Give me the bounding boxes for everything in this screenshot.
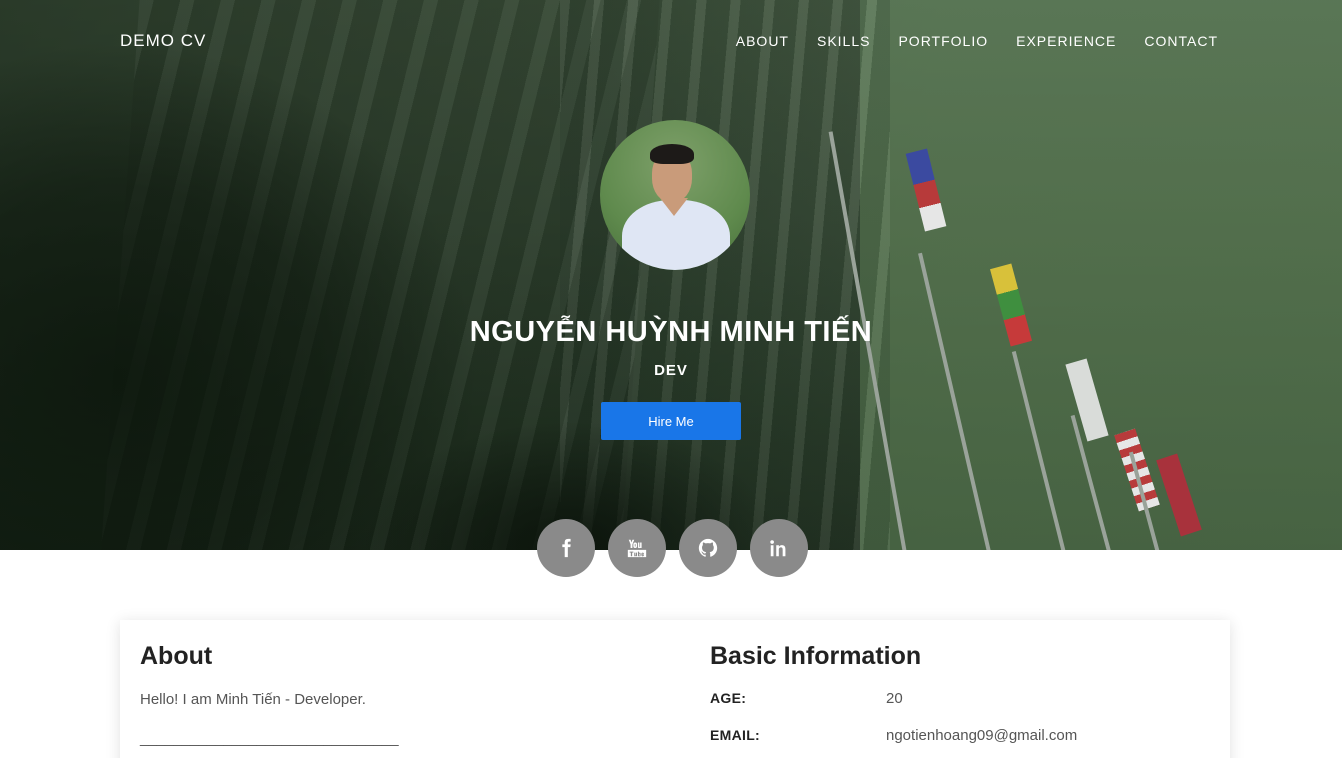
info-value-age: 20	[886, 690, 903, 707]
hero-sky	[860, 0, 1342, 550]
profile-avatar	[600, 120, 750, 270]
facebook-link[interactable]	[537, 519, 595, 577]
youtube-icon	[627, 539, 647, 558]
nav-item-about[interactable]: ABOUT	[736, 33, 789, 49]
hero-background	[0, 0, 1342, 550]
info-label-age: AGE:	[710, 690, 747, 706]
top-navbar: DEMO CV ABOUT SKILLS PORTFOLIO EXPERIENC…	[0, 0, 1342, 80]
brand-link[interactable]: DEMO CV	[120, 31, 206, 51]
about-heading: About	[140, 642, 213, 670]
linkedin-link[interactable]	[750, 519, 808, 577]
profile-role: DEV	[654, 362, 688, 379]
info-value-email[interactable]: ngotienhoang09@gmail.com	[886, 727, 1077, 744]
about-divider: _______________________________	[140, 730, 399, 747]
about-card: About Hello! I am Minh Tiến - Developer.…	[120, 620, 1230, 758]
profile-name: NGUYỄN HUỲNH MINH TIẾN	[469, 316, 873, 348]
youtube-link[interactable]	[608, 519, 666, 577]
hire-me-button[interactable]: Hire Me	[601, 402, 741, 440]
nav-item-contact[interactable]: CONTACT	[1144, 33, 1218, 49]
nav-item-experience[interactable]: EXPERIENCE	[1016, 33, 1116, 49]
nav-menu: ABOUT SKILLS PORTFOLIO EXPERIENCE CONTAC…	[736, 33, 1218, 49]
github-icon	[698, 538, 718, 557]
nav-item-skills[interactable]: SKILLS	[817, 33, 870, 49]
github-link[interactable]	[679, 519, 737, 577]
nav-item-portfolio[interactable]: PORTFOLIO	[898, 33, 988, 49]
about-text: Hello! I am Minh Tiến - Developer.	[140, 691, 366, 708]
avatar-hair	[650, 144, 694, 164]
basic-info-heading: Basic Information	[710, 642, 922, 670]
social-links	[537, 519, 808, 577]
linkedin-icon	[770, 540, 786, 557]
facebook-icon	[562, 538, 571, 558]
info-label-email: EMAIL:	[710, 727, 761, 743]
